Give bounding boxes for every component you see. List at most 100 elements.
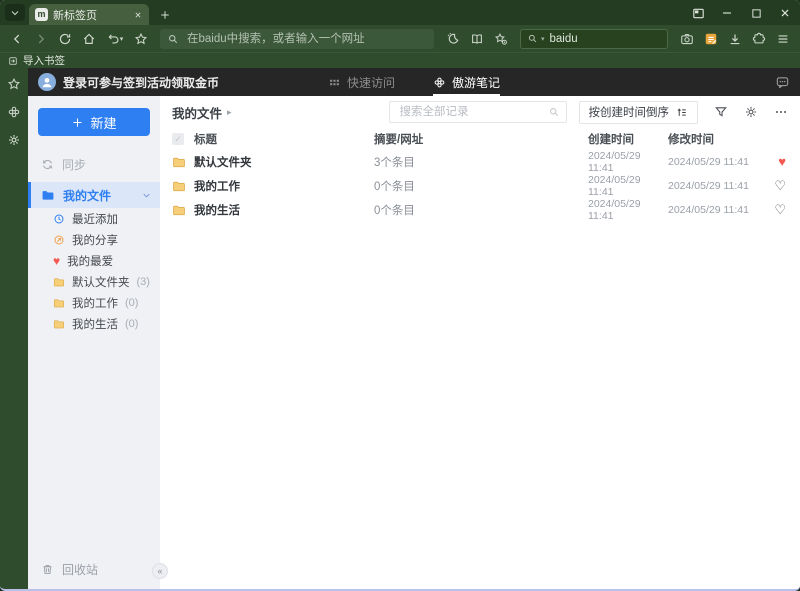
- extensions-button[interactable]: [748, 29, 770, 49]
- clover-icon: [434, 77, 445, 87]
- feedback-button[interactable]: [775, 75, 790, 90]
- search-engine-dropdown-icon[interactable]: ▾: [541, 35, 545, 43]
- minimize-button[interactable]: [718, 4, 736, 22]
- reading-mode-button[interactable]: [466, 29, 488, 49]
- quick-search-input[interactable]: [547, 31, 661, 46]
- address-input[interactable]: [185, 31, 427, 46]
- table-row[interactable]: 我的工作 0个条目 2024/05/29 11:41 2024/05/29 11…: [160, 174, 800, 198]
- maximize-icon: [751, 8, 761, 18]
- favorite-toggle[interactable]: ♡: [774, 179, 788, 193]
- sync-button[interactable]: 同步: [28, 153, 160, 175]
- sort-button[interactable]: 按创建时间倒序: [578, 100, 698, 124]
- recycle-bin-button[interactable]: 回收站: [28, 555, 160, 583]
- sidebar-item-my-favorites[interactable]: ♥ 我的最爱: [28, 250, 160, 271]
- row-title[interactable]: 我的生活: [194, 202, 374, 218]
- night-mode-button[interactable]: [442, 29, 464, 49]
- item-count: (0): [125, 296, 139, 309]
- downloads-button[interactable]: [724, 29, 746, 49]
- favorite-page-button[interactable]: [130, 29, 152, 49]
- share-icon: [54, 235, 64, 244]
- reload-button[interactable]: [54, 29, 76, 49]
- column-modified[interactable]: 修改时间: [668, 131, 774, 147]
- chat-bubble-icon: [776, 76, 789, 88]
- back-button[interactable]: [6, 29, 28, 49]
- sidebar-item-my-shares[interactable]: 我的分享: [28, 229, 160, 250]
- sidebar-collapse-button[interactable]: «: [152, 563, 168, 579]
- sidebar-item-my-work[interactable]: 我的工作 (0): [28, 292, 160, 313]
- minimize-icon: [722, 12, 732, 14]
- ellipsis-icon: [776, 111, 786, 113]
- undo-dropdown-icon[interactable]: ▾: [120, 35, 124, 43]
- undo-button[interactable]: ▾: [102, 29, 128, 49]
- table-row[interactable]: 默认文件夹 3个条目 2024/05/29 11:41 2024/05/29 1…: [160, 150, 800, 174]
- column-summary[interactable]: 摘要/网址: [374, 131, 588, 147]
- filter-button[interactable]: [714, 105, 728, 119]
- login-banner[interactable]: 登录可参与签到活动领取金币: [38, 73, 219, 91]
- sidebar-item-default-folder[interactable]: 默认文件夹 (3): [28, 271, 160, 292]
- favorites-sidebar-icon[interactable]: [7, 77, 21, 91]
- sidebar-item-recent[interactable]: 最近添加: [28, 208, 160, 229]
- notes-search-box[interactable]: [388, 101, 567, 123]
- import-bookmarks-button[interactable]: 导入书签: [8, 53, 65, 68]
- reload-icon: [59, 33, 71, 44]
- folder-icon: [42, 191, 54, 200]
- maximize-button[interactable]: [747, 4, 765, 22]
- sort-button-label: 按创建时间倒序: [588, 107, 670, 119]
- close-button[interactable]: [776, 4, 794, 22]
- sidebar-item-label: 我的最爱: [67, 255, 114, 268]
- breadcrumb[interactable]: 我的文件 ▸: [172, 103, 232, 122]
- book-icon: [472, 33, 482, 44]
- home-button[interactable]: [78, 29, 100, 49]
- new-note-button[interactable]: 新建: [38, 108, 150, 136]
- row-title[interactable]: 我的工作: [194, 178, 374, 194]
- column-title[interactable]: 标题: [194, 131, 374, 147]
- login-text[interactable]: 登录可参与签到活动领取金币: [63, 74, 219, 91]
- avatar[interactable]: [38, 73, 56, 91]
- close-icon: [781, 9, 789, 17]
- new-tab-button[interactable]: [159, 9, 171, 21]
- column-created[interactable]: 创建时间: [588, 131, 668, 147]
- row-title[interactable]: 默认文件夹: [194, 154, 374, 170]
- star-icon: [135, 33, 147, 44]
- browser-tab-newtab[interactable]: m 新标签页: [29, 4, 149, 25]
- maxnote-sidebar-icon[interactable]: [7, 105, 21, 119]
- screenshot-button[interactable]: [676, 29, 698, 49]
- forward-button[interactable]: [30, 29, 52, 49]
- tab-list-button[interactable]: [5, 4, 25, 21]
- chevron-down-icon[interactable]: [141, 190, 152, 201]
- settings-sidebar-icon[interactable]: [7, 133, 21, 147]
- select-all-checkbox[interactable]: ✓: [172, 133, 184, 145]
- favorites-manager-button[interactable]: [490, 29, 512, 49]
- tab-quick-access-label: 快速访问: [346, 75, 395, 90]
- sidebar-item-my-files[interactable]: 我的文件: [28, 182, 160, 208]
- browser-side-strip: [0, 68, 28, 589]
- table-row[interactable]: 我的生活 0个条目 2024/05/29 11:41 2024/05/29 11…: [160, 198, 800, 222]
- favorite-toggle[interactable]: ♡: [774, 203, 788, 217]
- puzzle-icon: [752, 32, 766, 43]
- folder-icon: [173, 157, 185, 168]
- tab-close-icon[interactable]: [133, 10, 143, 20]
- window-controls: [689, 4, 794, 22]
- main-menu-button[interactable]: [772, 29, 794, 49]
- grid-icon: [330, 79, 339, 85]
- plus-icon: [160, 10, 170, 20]
- maxnote-button[interactable]: [700, 29, 722, 49]
- tab-title: 新标签页: [53, 9, 97, 22]
- more-button[interactable]: [774, 105, 788, 119]
- layout-icon: [692, 8, 704, 18]
- clock-icon: [54, 214, 64, 223]
- sidebar-item-my-life[interactable]: 我的生活 (0): [28, 313, 160, 334]
- search-icon: [169, 34, 178, 43]
- tab-maxnote[interactable]: 傲游笔记: [433, 68, 501, 96]
- view-settings-button[interactable]: [744, 105, 758, 119]
- my-files-label: 我的文件: [63, 188, 112, 203]
- hamburger-menu-icon: [778, 34, 788, 43]
- boss-key-layout-button[interactable]: [689, 4, 707, 22]
- favorite-toggle[interactable]: ♥: [778, 155, 788, 169]
- tab-quick-access[interactable]: 快速访问: [328, 68, 395, 96]
- notes-main: 我的文件 ▸ 按创建时间倒序: [160, 96, 800, 589]
- quick-search-box[interactable]: ▾: [520, 28, 668, 49]
- notes-search-input[interactable]: [397, 105, 544, 119]
- address-bar[interactable]: [160, 28, 434, 49]
- item-count: (0): [125, 317, 139, 330]
